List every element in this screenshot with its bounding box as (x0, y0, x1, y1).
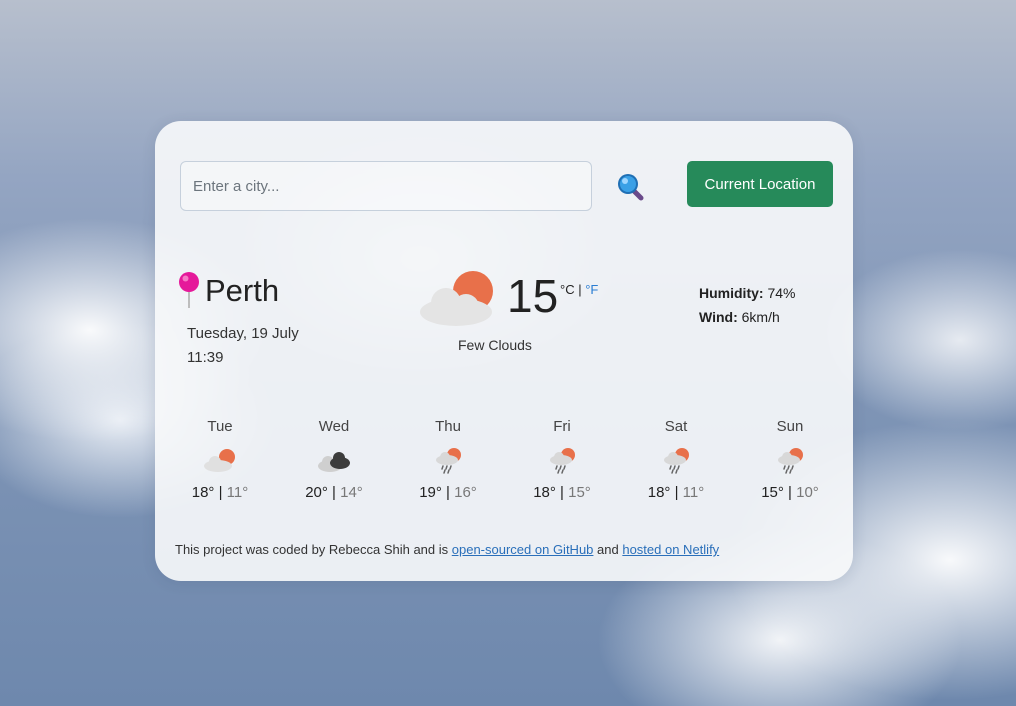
footer-text: This project was coded by Rebecca Shih a… (175, 542, 452, 557)
rain-icon (550, 448, 575, 474)
forecast-temps: 15° | 10° (733, 484, 847, 501)
forecast-day: Wed 20° | 14° (277, 418, 391, 501)
current-temperature: 15 (507, 270, 559, 322)
forecast-temps: 19° | 16° (391, 484, 505, 501)
city-search-input[interactable] (180, 161, 592, 211)
forecast-sep: | (560, 484, 564, 501)
unit-toggle: °C | °F (560, 282, 598, 297)
forecast-high: 18° (647, 484, 671, 501)
wind-label: Wind: (699, 309, 738, 325)
forecast-sep: | (446, 484, 450, 501)
city-name: Perth (205, 273, 280, 308)
github-link[interactable]: open-sourced on GitHub (452, 542, 594, 557)
forecast-temps: 20° | 14° (277, 484, 391, 501)
forecast-temps: 18° | 11° (619, 484, 733, 501)
forecast-high: 20° (305, 484, 328, 501)
forecast-high: 18° (533, 484, 556, 501)
forecast-row: Tue 18° | 11° Wed 20° | 14° Thu 19° | 16… (163, 418, 847, 501)
forecast-day: Sun 15° | 10° (733, 418, 847, 501)
forecast-day: Sat 18° | 11° (619, 418, 733, 501)
search-button[interactable] (615, 171, 647, 203)
pin-icon (179, 272, 199, 308)
weather-description: Few Clouds (458, 337, 532, 353)
few-clouds-icon (420, 271, 493, 326)
humidity-row: Humidity: 74% (699, 281, 795, 305)
forecast-low: 14° (340, 484, 363, 501)
wind-row: Wind: 6km/h (699, 305, 795, 329)
humidity-label: Humidity: (699, 285, 764, 301)
forecast-sep: | (674, 484, 679, 501)
footer: This project was coded by Rebecca Shih a… (175, 542, 719, 557)
rain-icon (436, 448, 461, 474)
footer-text-and: and (593, 542, 623, 557)
forecast-day: Thu 19° | 16° (391, 418, 505, 501)
weather-card: Current Location Perth Tuesday, 19 July … (155, 121, 853, 581)
forecast-low: 16° (454, 484, 477, 501)
current-date: Tuesday, 19 July (187, 325, 299, 342)
unit-separator: | (578, 282, 582, 297)
forecast-sep: | (218, 484, 223, 501)
broken-clouds-icon (318, 452, 350, 472)
few-clouds-icon (204, 449, 235, 472)
weather-stats: Humidity: 74% Wind: 6km/h (699, 281, 795, 329)
forecast-day-name: Sun (776, 418, 804, 435)
forecast-sep: | (332, 484, 336, 501)
forecast-day-name: Tue (207, 418, 233, 435)
forecast-day-name: Sat (664, 418, 688, 435)
forecast-day-name: Fri (553, 418, 571, 435)
rain-icon (664, 448, 689, 474)
forecast-low: 10° (796, 484, 819, 501)
netlify-link[interactable]: hosted on Netlify (622, 542, 719, 557)
fahrenheit-link[interactable]: °F (585, 282, 598, 297)
current-time: 11:39 (187, 349, 224, 366)
rain-icon (778, 448, 803, 474)
forecast-low: 11° (682, 484, 705, 501)
forecast-temps: 18° | 15° (505, 484, 619, 501)
wind-value: 6km/h (741, 309, 780, 325)
forecast-day: Tue 18° | 11° (163, 418, 277, 501)
forecast-temps: 18° | 11° (163, 484, 277, 501)
magnifier-icon (618, 174, 644, 201)
forecast-high: 15° (761, 484, 784, 501)
current-location-button[interactable]: Current Location (687, 161, 833, 207)
celsius-unit[interactable]: °C (560, 282, 575, 297)
forecast-day-name: Wed (318, 418, 350, 435)
forecast-low: 11° (226, 484, 249, 501)
humidity-value: 74% (767, 285, 796, 301)
forecast-high: 19° (419, 484, 442, 501)
forecast-sep: | (788, 484, 792, 501)
forecast-day-name: Thu (435, 418, 461, 435)
forecast-day: Fri 18° | 15° (505, 418, 619, 501)
forecast-high: 18° (191, 484, 215, 501)
forecast-low: 15° (568, 484, 591, 501)
